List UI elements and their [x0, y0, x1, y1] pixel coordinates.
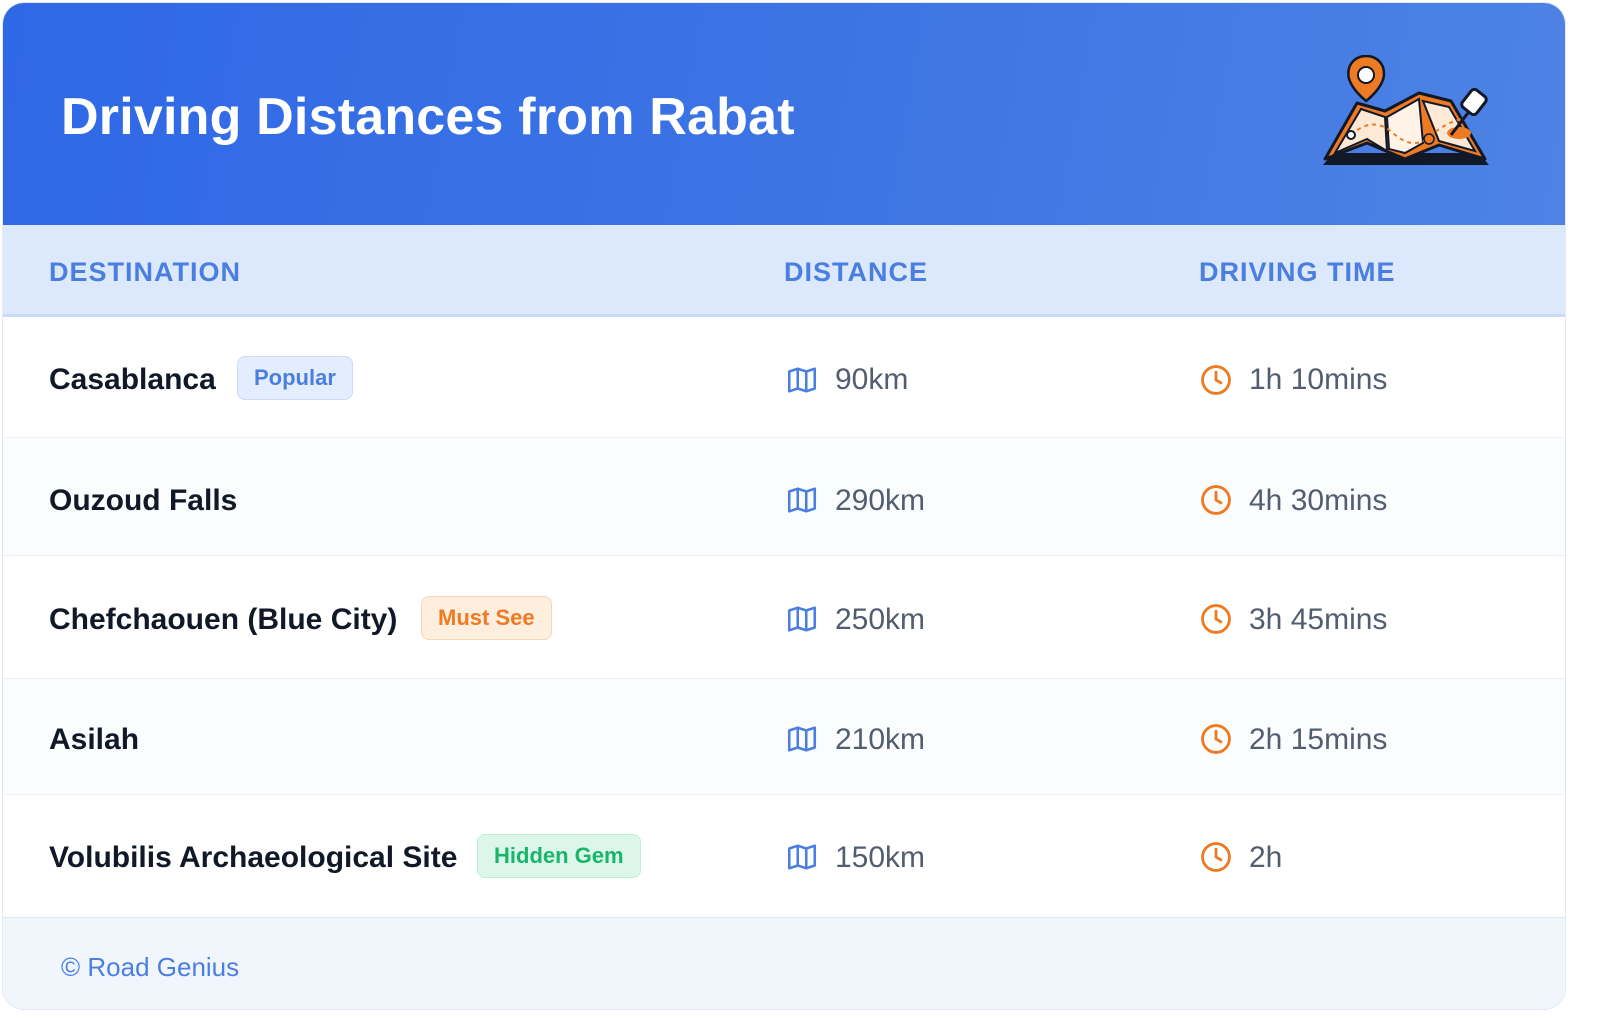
- map-icon: [787, 367, 817, 393]
- distance-value: 150km: [835, 841, 926, 874]
- map-illustration-icon: [1323, 55, 1489, 165]
- map-icon: [787, 606, 817, 632]
- table-row: Chefchaouen (Blue City) Must See 250km 3…: [3, 556, 1565, 679]
- header: Driving Distances from Rabat: [3, 3, 1565, 225]
- table-header: DESTINATION DISTANCE DRIVING TIME: [3, 225, 1565, 317]
- destination-name: Asilah: [49, 723, 140, 756]
- distance-value: 250km: [835, 603, 926, 636]
- clock-icon: [1201, 365, 1231, 395]
- map-icon: [787, 726, 817, 752]
- clock-icon: [1201, 724, 1231, 754]
- distance-card: Driving Distances from Rabat DESTINATION…: [2, 2, 1566, 1010]
- time-value: 2h: [1249, 841, 1283, 874]
- page-title: Driving Distances from Rabat: [61, 88, 795, 146]
- hidden-gem-badge: Hidden Gem: [477, 834, 641, 878]
- table-row: Casablanca Popular 90km 1h 10mins: [3, 317, 1565, 438]
- map-icon: [787, 844, 817, 870]
- destination-name: Volubilis Archaeological Site: [49, 841, 458, 874]
- time-value: 1h 10mins: [1249, 363, 1388, 396]
- table-row: Asilah 210km 2h 15mins: [3, 679, 1565, 795]
- clock-icon: [1201, 485, 1231, 515]
- column-header-destination: DESTINATION: [49, 257, 241, 287]
- destination-name: Ouzoud Falls: [49, 484, 238, 517]
- distance-value: 90km: [835, 363, 909, 396]
- time-value: 3h 45mins: [1249, 603, 1388, 636]
- must-see-badge: Must See: [421, 596, 552, 640]
- map-icon: [787, 487, 817, 513]
- table-row: Ouzoud Falls 290km 4h 30mins: [3, 438, 1565, 556]
- destination-name: Casablanca: [49, 363, 216, 396]
- clock-icon: [1201, 842, 1231, 872]
- distance-value: 210km: [835, 723, 926, 756]
- popular-badge: Popular: [237, 356, 353, 400]
- destination-name: Chefchaouen (Blue City): [49, 603, 398, 636]
- clock-icon: [1201, 604, 1231, 634]
- column-header-driving-time: DRIVING TIME: [1199, 257, 1396, 287]
- distance-value: 290km: [835, 484, 926, 517]
- footer: © Road Genius: [3, 917, 1565, 1009]
- footer-credit-link[interactable]: © Road Genius: [61, 952, 239, 983]
- table-row: Volubilis Archaeological Site Hidden Gem…: [3, 795, 1565, 917]
- time-value: 4h 30mins: [1249, 484, 1388, 517]
- time-value: 2h 15mins: [1249, 723, 1388, 756]
- column-header-distance: DISTANCE: [784, 257, 929, 287]
